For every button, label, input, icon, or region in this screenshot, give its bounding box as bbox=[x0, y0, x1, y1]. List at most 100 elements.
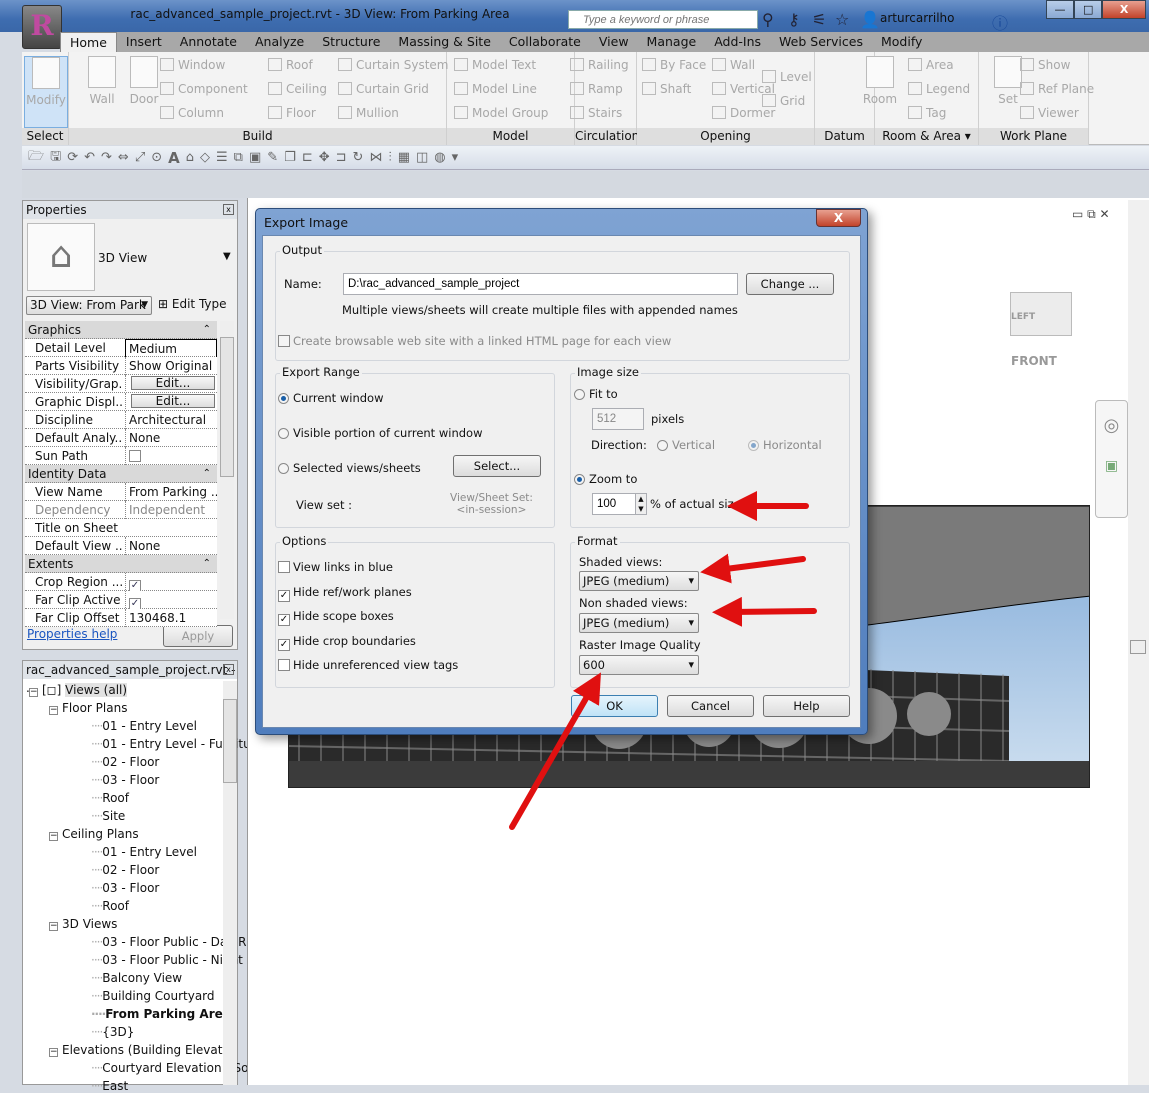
ribbon-item-ramp[interactable]: Ramp bbox=[570, 82, 623, 96]
paint-icon[interactable]: ✎ bbox=[267, 150, 278, 165]
browser-item[interactable]: − [◻] Views (all) bbox=[29, 683, 128, 697]
open-icon[interactable]: 🗁 bbox=[28, 147, 44, 169]
browser-item[interactable]: ····Site bbox=[91, 809, 125, 823]
user-name-dropdown[interactable]: arturcarrilho bbox=[880, 11, 955, 25]
browser-item[interactable]: ····East bbox=[91, 1079, 128, 1093]
favorites-star-icon[interactable]: ☆ bbox=[835, 10, 849, 29]
browser-item[interactable]: ····01 - Entry Level bbox=[91, 845, 197, 859]
tab-analyze[interactable]: Analyze bbox=[246, 32, 313, 52]
property-value[interactable]: None bbox=[125, 429, 217, 447]
browser-item[interactable]: ····03 - Floor bbox=[91, 881, 159, 895]
sync-icon[interactable]: ⟳ bbox=[67, 150, 78, 165]
type-name[interactable]: 3D View bbox=[98, 251, 147, 265]
checkbox[interactable]: ✓ bbox=[278, 614, 290, 626]
collapse-icon[interactable]: ⌃ bbox=[203, 555, 211, 573]
collapse-toggle-icon[interactable]: − bbox=[49, 1048, 58, 1057]
type-selector-dropdown-icon[interactable]: ▼ bbox=[223, 251, 231, 262]
ribbon-item-component[interactable]: Component bbox=[160, 82, 248, 96]
modify-button[interactable]: Modify bbox=[24, 56, 68, 128]
ribbon-item-wall[interactable]: Wall bbox=[712, 58, 755, 72]
zoom-spinner[interactable]: ▲ ▼ bbox=[635, 493, 647, 515]
dialog-close-button[interactable]: X bbox=[816, 209, 861, 227]
tab-annotate[interactable]: Annotate bbox=[171, 32, 246, 52]
browsable-web-site-checkbox[interactable]: Create browsable web site with a linked … bbox=[278, 334, 671, 348]
ribbon-item-level[interactable]: Level bbox=[762, 70, 812, 84]
tag-icon[interactable]: ⊙ bbox=[151, 150, 162, 165]
select-button[interactable]: Select... bbox=[453, 455, 541, 477]
checkbox[interactable] bbox=[278, 659, 290, 671]
minimize-button[interactable]: — bbox=[1046, 0, 1075, 19]
close-button[interactable]: X bbox=[1102, 0, 1146, 19]
tab-structure[interactable]: Structure bbox=[313, 32, 389, 52]
ribbon-item-curtain-system[interactable]: Curtain System bbox=[338, 58, 448, 72]
ribbon-item-show[interactable]: Show bbox=[1020, 58, 1070, 72]
property-name[interactable]: Identity Data bbox=[28, 465, 116, 483]
collapse-icon[interactable]: ⌃ bbox=[203, 465, 211, 483]
ribbon-item-curtain-grid[interactable]: Curtain Grid bbox=[338, 82, 429, 96]
browser-scrollbar[interactable] bbox=[223, 681, 237, 1085]
cancel-button[interactable]: Cancel bbox=[667, 695, 754, 717]
measure-icon[interactable]: ⇔ bbox=[118, 150, 129, 165]
mirror-icon[interactable]: ⋈ bbox=[369, 150, 382, 165]
current-window-radio[interactable]: Current window bbox=[278, 391, 383, 405]
property-value[interactable] bbox=[125, 447, 217, 465]
property-checkbox[interactable] bbox=[129, 450, 141, 462]
ribbon-item-area[interactable]: Area bbox=[908, 58, 954, 72]
ribbon-item-stairs[interactable]: Stairs bbox=[570, 106, 622, 120]
redo-icon[interactable]: ↷ bbox=[101, 150, 112, 165]
browser-item[interactable]: ····01 - Entry Level bbox=[91, 719, 197, 733]
help-icon[interactable]: ⓘ bbox=[992, 10, 1008, 34]
shaded-views-select[interactable]: JPEG (medium) bbox=[579, 571, 699, 591]
browser-item[interactable]: ····From Parking Area bbox=[91, 1007, 231, 1021]
search-input[interactable] bbox=[568, 10, 758, 29]
ribbon-item-model-text[interactable]: Model Text bbox=[454, 58, 536, 72]
ribbon-item-tag[interactable]: Tag bbox=[908, 106, 946, 120]
apply-button[interactable]: Apply bbox=[163, 625, 233, 647]
copy-icon[interactable]: ❐ bbox=[284, 150, 296, 165]
property-value[interactable]: ✓ bbox=[125, 573, 217, 592]
property-value[interactable]: Edit... bbox=[125, 375, 217, 391]
tab-massing-site[interactable]: Massing & Site bbox=[389, 32, 500, 52]
non-shaded-views-select[interactable]: JPEG (medium) bbox=[579, 613, 699, 633]
ribbon-item-mullion[interactable]: Mullion bbox=[338, 106, 399, 120]
edit-type-button[interactable]: ⊞ Edit Type bbox=[158, 297, 227, 311]
satellite-icon[interactable]: ⚟ bbox=[812, 10, 826, 29]
offset-icon[interactable]: ⊐ bbox=[336, 150, 347, 165]
vertical-radio[interactable]: Vertical bbox=[657, 438, 715, 452]
checkbox[interactable] bbox=[278, 561, 290, 573]
rotate-icon[interactable]: ↻ bbox=[353, 150, 364, 165]
section-icon[interactable]: ◇ bbox=[200, 150, 210, 165]
option-checkbox[interactable]: ✓ Hide scope boxes bbox=[278, 609, 394, 626]
property-value[interactable]: Independent bbox=[125, 501, 217, 519]
tab-manage[interactable]: Manage bbox=[638, 32, 706, 52]
ribbon-item-ceiling[interactable]: Ceiling bbox=[268, 82, 327, 96]
ribbon-item-column[interactable]: Column bbox=[160, 106, 224, 120]
zoom-to-radio[interactable]: Zoom to bbox=[574, 472, 637, 486]
ribbon-item-dormer[interactable]: Dormer bbox=[712, 106, 775, 120]
browser-item[interactable]: − Elevations (Building Elevatio bbox=[49, 1043, 233, 1057]
wall-button[interactable]: Wall bbox=[80, 56, 124, 106]
ribbon-item-viewer[interactable]: Viewer bbox=[1020, 106, 1079, 120]
property-value[interactable]: ✓ bbox=[125, 591, 217, 610]
option-checkbox[interactable]: ✓ Hide crop boundaries bbox=[278, 634, 416, 651]
browser-item[interactable]: ····{3D} bbox=[91, 1025, 134, 1039]
change-button[interactable]: Change ... bbox=[746, 273, 834, 295]
ribbon-item-legend[interactable]: Legend bbox=[908, 82, 970, 96]
ok-button[interactable]: OK bbox=[571, 695, 658, 717]
viewcube[interactable]: LEFT FRONT bbox=[1010, 292, 1072, 368]
raster-quality-select[interactable]: 600 bbox=[579, 655, 699, 675]
text-icon[interactable]: A bbox=[168, 149, 180, 167]
scale-icon[interactable]: ◫ bbox=[416, 150, 428, 165]
collapse-toggle-icon[interactable]: − bbox=[49, 922, 58, 931]
save-icon[interactable]: 🖫 bbox=[50, 147, 61, 169]
properties-help-link[interactable]: Properties help bbox=[27, 627, 117, 641]
browser-item[interactable]: ····02 - Floor bbox=[91, 863, 159, 877]
browser-item[interactable]: ····03 - Floor bbox=[91, 773, 159, 787]
ribbon-item-shaft[interactable]: Shaft bbox=[642, 82, 691, 96]
collapse-toggle-icon[interactable]: − bbox=[49, 832, 58, 841]
browser-item[interactable]: ····Roof bbox=[91, 899, 129, 913]
close-icon[interactable]: x bbox=[223, 664, 234, 675]
steering-wheel-icon[interactable]: ◎ bbox=[1096, 415, 1127, 436]
tab-view[interactable]: View bbox=[590, 32, 638, 52]
split-icon[interactable]: ⫶ bbox=[388, 150, 391, 165]
